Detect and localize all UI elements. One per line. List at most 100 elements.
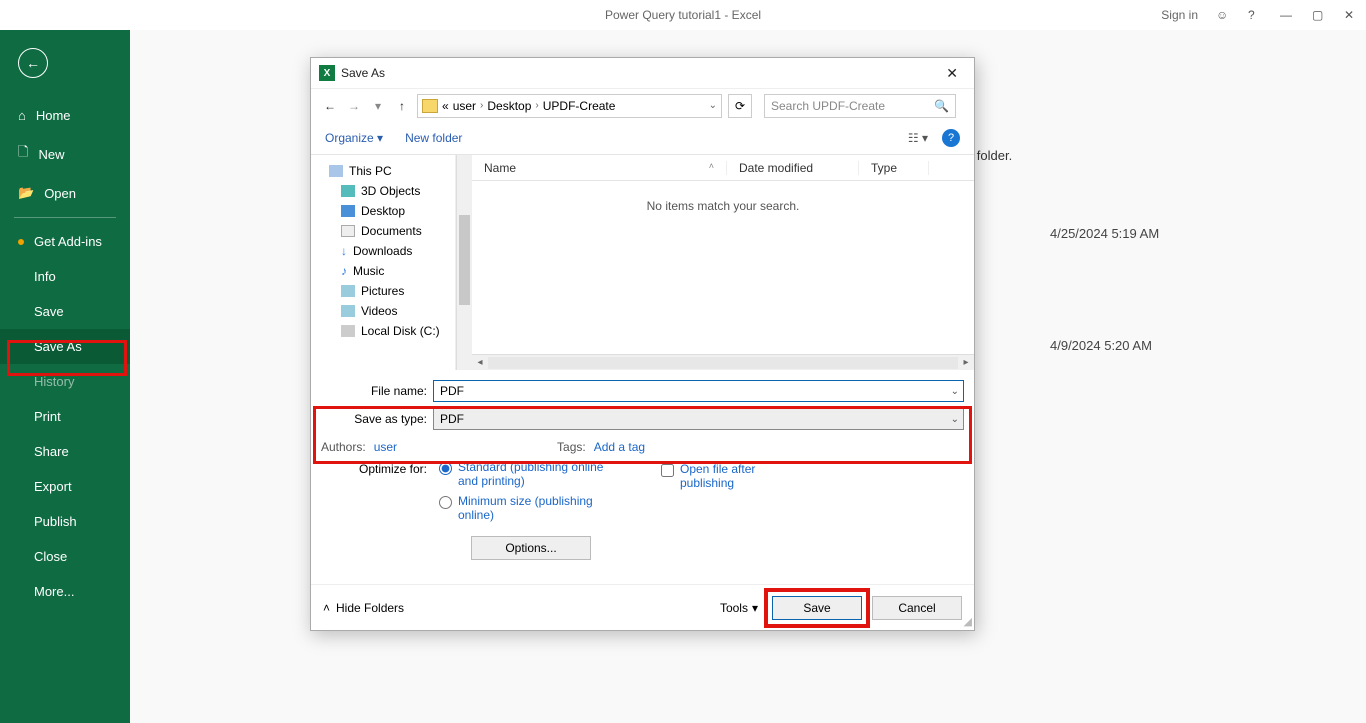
nav-dropdown-icon[interactable]: ▾ [369,99,387,113]
sidebar-item-info[interactable]: Info [0,259,130,294]
dialog-close-button[interactable]: ✕ [938,61,966,86]
tree-this-pc[interactable]: This PC [311,161,455,181]
file-list-hscroll[interactable]: ◂ ▸ [472,354,974,370]
help-icon[interactable]: ? [1248,8,1262,22]
authors-label: Authors: [321,440,366,454]
tools-menu[interactable]: Tools▾ [720,601,758,615]
authors-value[interactable]: user [374,440,397,454]
pictures-icon [341,285,355,297]
tree-item[interactable]: Videos [311,301,455,321]
sidebar-item-new[interactable]: 🗋 New [0,133,130,175]
sidebar-item-publish[interactable]: Publish [0,504,130,539]
open-after-checkbox[interactable] [661,464,674,477]
chevron-down-icon: ▾ [752,601,758,615]
sidebar-label: Info [34,269,56,284]
crumb-item[interactable]: user [453,99,476,113]
back-button[interactable]: ← [18,48,48,78]
sidebar-item-save[interactable]: Save [0,294,130,329]
sidebar-item-print[interactable]: Print [0,399,130,434]
filetype-value: PDF [440,412,464,426]
badge-dot-icon [18,239,24,245]
explorer-area: This PC 3D Objects Desktop Documents ↓Do… [311,154,974,370]
tree-item[interactable]: Documents [311,221,455,241]
home-icon: ⌂ [18,108,26,123]
sidebar-item-save-as[interactable]: Save As [0,329,130,364]
col-type[interactable]: Type [871,161,897,175]
dialog-footer: ˄ Hide Folders Tools▾ Save Cancel ◢ [311,584,974,630]
optimize-standard-label: Standard (publishing online and printing… [458,460,618,488]
tree-item[interactable]: Local Disk (C:) [311,321,455,341]
sidebar-item-open[interactable]: 📂 Open [0,175,130,211]
nav-back-icon[interactable]: ← [321,99,339,113]
tree-item[interactable]: 3D Objects [311,181,455,201]
sidebar-label: Save [34,304,64,319]
file-list-pane: Name˄ Date modified Type No items match … [472,155,974,370]
face-icon[interactable]: ☺ [1216,8,1230,22]
cancel-button[interactable]: Cancel [872,596,962,620]
close-icon[interactable]: ✕ [1344,8,1358,22]
search-input[interactable]: Search UPDF-Create 🔍 [764,94,956,118]
sidebar-item-get-addins[interactable]: Get Add-ins [0,224,130,259]
hide-folders-toggle[interactable]: ˄ Hide Folders [323,601,404,615]
chevron-down-icon[interactable]: ⌄ [951,414,959,425]
sidebar-item-history[interactable]: History [0,364,130,399]
save-as-dialog: X Save As ✕ ← → ▾ ↑ « user › Desktop › U… [310,57,975,631]
breadcrumb[interactable]: « user › Desktop › UPDF-Create ⌄ [417,94,722,118]
optimize-standard-radio[interactable] [439,462,452,475]
tags-label: Tags: [557,440,586,454]
crumb-item[interactable]: UPDF-Create [543,99,616,113]
empty-message: No items match your search. [472,181,974,354]
chevron-down-icon[interactable]: ⌄ [951,386,959,397]
chevron-up-icon: ˄ [323,601,330,615]
folder-icon [341,185,355,197]
options-button[interactable]: Options... [471,536,591,560]
folder-tree[interactable]: This PC 3D Objects Desktop Documents ↓Do… [311,155,456,370]
disk-icon [341,325,355,337]
search-icon: 🔍 [934,99,949,113]
sidebar-item-share[interactable]: Share [0,434,130,469]
chevron-down-icon[interactable]: ⌄ [709,100,717,111]
tree-item[interactable]: Desktop [311,201,455,221]
new-folder-button[interactable]: New folder [405,131,462,145]
crumb-item[interactable]: Desktop [487,99,531,113]
refresh-button[interactable]: ⟳ [728,94,752,118]
minimize-icon[interactable]: — [1280,8,1294,22]
chevron-right-icon: › [535,100,538,111]
sidebar-item-export[interactable]: Export [0,469,130,504]
sidebar-item-home[interactable]: ⌂ Home [0,98,130,133]
tree-scrollbar[interactable] [456,155,472,370]
save-button[interactable]: Save [772,596,862,620]
nav-forward-icon[interactable]: → [345,99,363,113]
filetype-select[interactable]: PDF ⌄ [433,408,964,430]
sidebar-item-close[interactable]: Close [0,539,130,574]
tree-item[interactable]: Pictures [311,281,455,301]
tree-item[interactable]: ↓Downloads [311,241,455,261]
videos-icon [341,305,355,317]
music-icon: ♪ [341,264,347,278]
filename-input[interactable]: PDF ⌄ [433,380,964,402]
sidebar-label: History [34,374,74,389]
dialog-help-icon[interactable]: ? [942,129,960,147]
optimize-minimum-label: Minimum size (publishing online) [458,494,618,522]
resize-grip-icon[interactable]: ◢ [964,615,972,628]
dialog-title: Save As [341,66,385,80]
tree-item[interactable]: ♪Music [311,261,455,281]
col-name[interactable]: Name [484,161,516,175]
maximize-icon[interactable]: ▢ [1312,8,1326,22]
nav-up-icon[interactable]: ↑ [393,99,411,113]
col-modified[interactable]: Date modified [739,161,813,175]
chevron-right-icon: › [480,100,483,111]
scroll-right-icon[interactable]: ▸ [958,357,974,368]
sign-in-link[interactable]: Sign in [1161,8,1198,22]
organize-menu[interactable]: Organize ▾ [325,131,383,145]
view-mode-button[interactable]: ☷ ▾ [908,131,928,145]
sidebar-label: Home [36,108,71,123]
scroll-left-icon[interactable]: ◂ [472,357,488,368]
tags-value[interactable]: Add a tag [594,440,645,454]
folder-icon [422,99,438,113]
sidebar-item-more[interactable]: More... [0,574,130,609]
column-headers[interactable]: Name˄ Date modified Type [472,155,974,181]
optimize-area: Optimize for: Standard (publishing onlin… [311,454,974,560]
filename-value: PDF [440,384,464,398]
optimize-minimum-radio[interactable] [439,496,452,509]
